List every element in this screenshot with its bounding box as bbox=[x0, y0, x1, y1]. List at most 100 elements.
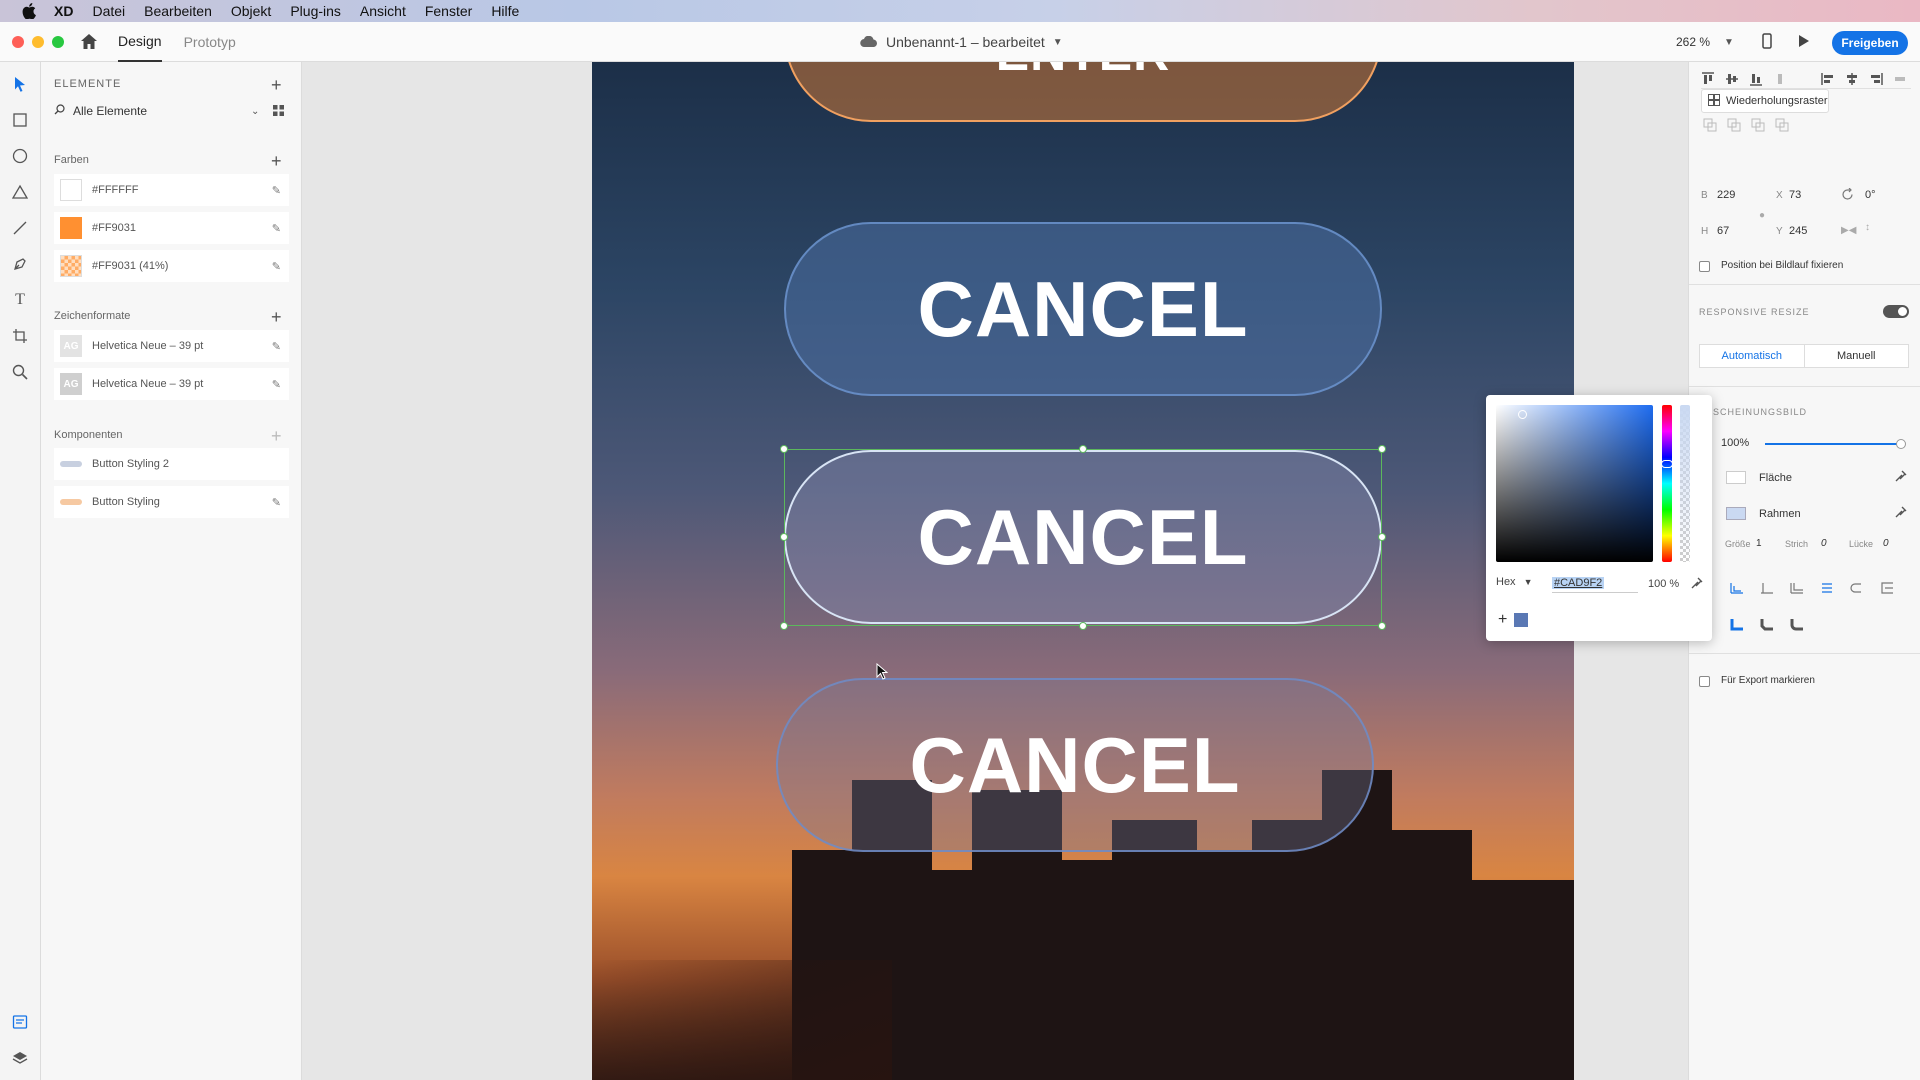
rectangle-tool-icon[interactable] bbox=[10, 110, 30, 130]
stroke-inside-icon[interactable] bbox=[1729, 581, 1745, 598]
exclude-icon[interactable] bbox=[1775, 118, 1789, 135]
saved-swatch[interactable] bbox=[1514, 613, 1528, 627]
menu-hilfe[interactable]: Hilfe bbox=[491, 3, 519, 19]
component-row[interactable]: Button Styling 2 bbox=[54, 448, 289, 480]
resize-handle[interactable] bbox=[1378, 622, 1386, 630]
grid-view-icon[interactable] bbox=[273, 105, 284, 119]
align-left-icon[interactable] bbox=[1821, 72, 1835, 89]
rotation-input[interactable]: 0° bbox=[1865, 189, 1876, 201]
align-center-icon[interactable] bbox=[1845, 72, 1859, 89]
height-input[interactable]: 67 bbox=[1717, 225, 1729, 237]
join-round-icon[interactable] bbox=[1789, 617, 1805, 634]
hue-slider[interactable] bbox=[1661, 405, 1673, 562]
resize-handle[interactable] bbox=[780, 533, 788, 541]
opacity-slider-thumb[interactable] bbox=[1896, 439, 1906, 449]
menu-plugins[interactable]: Plug-ins bbox=[290, 3, 341, 19]
eyedropper-icon[interactable] bbox=[1894, 470, 1907, 486]
assets-filter[interactable]: Alle Elemente ⌄ bbox=[54, 100, 289, 122]
stroke-outside-icon[interactable] bbox=[1789, 581, 1805, 598]
color-asset-row[interactable]: #FF9031 (41%) ✎ bbox=[54, 250, 289, 282]
character-style-row[interactable]: AG Helvetica Neue – 39 pt ✎ bbox=[54, 368, 289, 400]
edit-icon[interactable]: ✎ bbox=[272, 222, 281, 235]
zoom-level[interactable]: 262 % ▼ bbox=[1676, 22, 1734, 62]
maximize-window-button[interactable] bbox=[52, 36, 64, 48]
flip-horizontal-icon[interactable]: ▶◀ bbox=[1841, 225, 1856, 236]
line-tool-icon[interactable] bbox=[10, 218, 30, 238]
pen-tool-icon[interactable] bbox=[10, 254, 30, 274]
edit-icon[interactable]: ✎ bbox=[272, 260, 281, 273]
stroke-size-input[interactable]: 1 bbox=[1756, 538, 1762, 549]
select-tool-icon[interactable] bbox=[10, 74, 30, 94]
character-style-row[interactable]: AG Helvetica Neue – 39 pt ✎ bbox=[54, 330, 289, 362]
tab-design[interactable]: Design bbox=[118, 22, 162, 62]
resize-handle[interactable] bbox=[1079, 622, 1087, 630]
add-component-icon[interactable]: + bbox=[271, 427, 282, 445]
width-input[interactable]: 229 bbox=[1717, 189, 1735, 201]
cancel-button[interactable]: CANCEL bbox=[784, 222, 1382, 396]
menu-app-xd[interactable]: XD bbox=[54, 3, 73, 19]
picker-opacity-value[interactable]: 100 % bbox=[1648, 578, 1679, 590]
align-middle-icon[interactable] bbox=[1725, 72, 1739, 89]
lock-aspect-icon[interactable]: ● bbox=[1759, 210, 1765, 221]
document-title[interactable]: Unbenannt-1 – bearbeitet ▼ bbox=[860, 22, 1063, 62]
dash-input[interactable]: 0 bbox=[1821, 538, 1827, 549]
add-color-icon[interactable]: + bbox=[271, 152, 282, 170]
fill-swatch[interactable] bbox=[1726, 471, 1746, 484]
cap-round-icon[interactable] bbox=[1849, 581, 1865, 598]
add-asset-icon[interactable]: + bbox=[271, 76, 282, 94]
assets-panel-icon[interactable] bbox=[10, 1012, 30, 1032]
distribute-horizontal-icon[interactable] bbox=[1893, 72, 1907, 89]
union-icon[interactable] bbox=[1703, 118, 1717, 135]
text-tool-icon[interactable]: T bbox=[10, 290, 30, 310]
fix-position-checkbox[interactable] bbox=[1699, 261, 1710, 272]
polygon-tool-icon[interactable] bbox=[10, 182, 30, 202]
close-window-button[interactable] bbox=[12, 36, 24, 48]
subtract-icon[interactable] bbox=[1727, 118, 1741, 135]
join-bevel-icon[interactable] bbox=[1759, 617, 1775, 634]
opacity-slider[interactable] bbox=[1765, 439, 1906, 449]
design-canvas[interactable]: ENTER CANCEL CANCEL CANCEL bbox=[302, 62, 1688, 1080]
artboard[interactable]: ENTER CANCEL CANCEL CANCEL bbox=[592, 62, 1574, 1080]
component-row[interactable]: Button Styling ✎ bbox=[54, 486, 289, 518]
saturation-area[interactable] bbox=[1496, 405, 1653, 562]
resize-handle[interactable] bbox=[780, 445, 788, 453]
menu-bearbeiten[interactable]: Bearbeiten bbox=[144, 3, 212, 19]
cap-butt-icon[interactable] bbox=[1819, 581, 1835, 598]
color-asset-row[interactable]: #FFFFFF ✎ bbox=[54, 174, 289, 206]
stroke-center-icon[interactable] bbox=[1759, 581, 1775, 598]
resize-manual-option[interactable]: Manuell bbox=[1805, 345, 1909, 367]
color-asset-row[interactable]: #FF9031 ✎ bbox=[54, 212, 289, 244]
home-icon[interactable] bbox=[80, 33, 98, 55]
resize-handle[interactable] bbox=[1079, 445, 1087, 453]
menu-ansicht[interactable]: Ansicht bbox=[360, 3, 406, 19]
repeat-grid-button[interactable]: Wiederholungsraster bbox=[1701, 89, 1829, 113]
edit-icon[interactable]: ✎ bbox=[272, 496, 281, 509]
cancel-button[interactable]: CANCEL bbox=[776, 678, 1374, 852]
menu-fenster[interactable]: Fenster bbox=[425, 3, 472, 19]
flip-vertical-icon[interactable]: ↕ bbox=[1865, 222, 1870, 233]
menu-objekt[interactable]: Objekt bbox=[231, 3, 271, 19]
resize-handle[interactable] bbox=[1378, 445, 1386, 453]
play-icon[interactable] bbox=[1798, 34, 1810, 53]
distribute-vertical-icon[interactable] bbox=[1773, 72, 1787, 89]
hex-input[interactable]: #CAD9F2 bbox=[1552, 573, 1638, 593]
align-right-icon[interactable] bbox=[1869, 72, 1883, 89]
responsive-resize-toggle[interactable] bbox=[1883, 305, 1909, 318]
hue-handle[interactable] bbox=[1661, 460, 1673, 468]
enter-button[interactable]: ENTER bbox=[784, 62, 1382, 122]
edit-icon[interactable]: ✎ bbox=[272, 340, 281, 353]
add-swatch-icon[interactable]: + bbox=[1498, 611, 1507, 629]
join-miter-icon[interactable] bbox=[1729, 617, 1745, 634]
eyedropper-icon[interactable] bbox=[1690, 577, 1703, 593]
artboard-tool-icon[interactable] bbox=[10, 326, 30, 346]
gap-input[interactable]: 0 bbox=[1883, 538, 1889, 549]
intersect-icon[interactable] bbox=[1751, 118, 1765, 135]
x-input[interactable]: 73 bbox=[1789, 189, 1801, 201]
y-input[interactable]: 245 bbox=[1789, 225, 1807, 237]
edit-icon[interactable]: ✎ bbox=[272, 184, 281, 197]
tab-prototype[interactable]: Prototyp bbox=[184, 22, 236, 62]
apple-icon[interactable] bbox=[18, 0, 40, 22]
add-character-style-icon[interactable]: + bbox=[271, 308, 282, 326]
menu-datei[interactable]: Datei bbox=[92, 3, 125, 19]
edit-icon[interactable]: ✎ bbox=[272, 378, 281, 391]
